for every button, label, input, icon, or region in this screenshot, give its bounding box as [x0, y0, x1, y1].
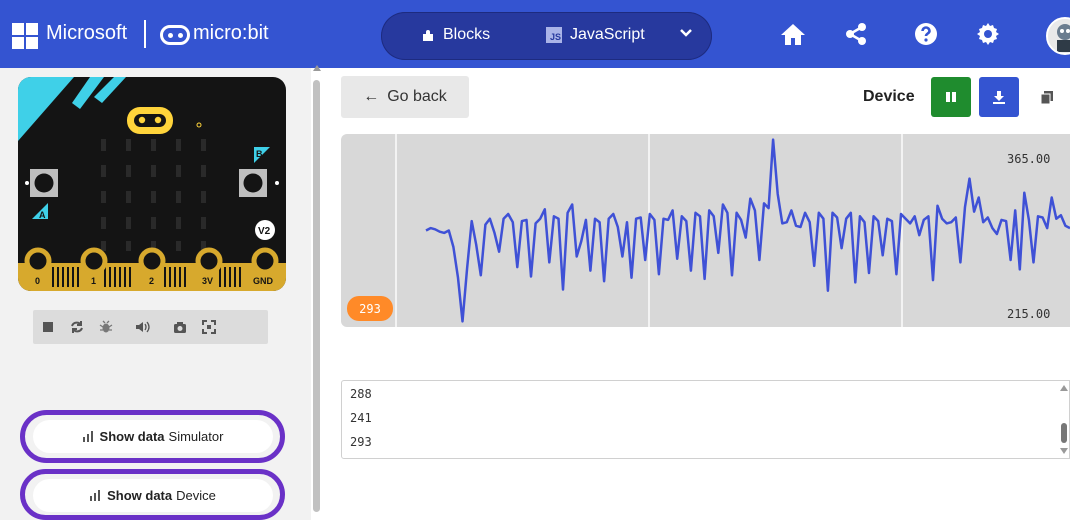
bar-chart-icon [90, 490, 101, 501]
tab-javascript[interactable]: JS JavaScript [546, 26, 645, 44]
pin-0-label: 0 [35, 276, 40, 286]
gear-icon[interactable] [974, 20, 1002, 48]
show-data-label: Show data [99, 429, 165, 444]
chart-min-label: 215.00 [1007, 307, 1051, 321]
go-back-label: Go back [387, 88, 447, 105]
serial-chart [341, 134, 1070, 327]
show-data-label: Show data [107, 488, 173, 503]
v2-badge: V2 [258, 226, 271, 237]
show-data-device-button[interactable]: Show data Device [33, 479, 273, 512]
scroll-up-icon[interactable] [312, 64, 322, 72]
pin-1-label: 1 [91, 276, 96, 286]
copy-icon [1040, 91, 1053, 104]
pin-2-label: 2 [149, 276, 154, 286]
sound-icon[interactable] [128, 310, 157, 344]
pin-gnd-label: GND [253, 276, 274, 286]
restart-icon[interactable] [62, 310, 91, 344]
button-a-label: A [39, 210, 46, 220]
screenshot-icon[interactable] [165, 310, 194, 344]
download-icon [993, 91, 1005, 104]
console-line: 241 [350, 411, 372, 425]
microbit-logo-icon [160, 25, 190, 45]
pause-button[interactable] [931, 77, 971, 117]
share-icon[interactable] [842, 20, 870, 48]
chart-series-line [425, 138, 1070, 323]
brand-microsoft[interactable]: Microsoft [46, 22, 127, 45]
download-button[interactable] [979, 77, 1019, 117]
console-line: 293 [350, 435, 372, 449]
console-line: 288 [350, 387, 372, 401]
tab-javascript-label: JavaScript [570, 26, 645, 43]
stop-icon[interactable] [33, 310, 62, 344]
help-icon[interactable] [912, 20, 940, 48]
copy-button[interactable] [1027, 77, 1067, 117]
console-scrollbar[interactable] [1058, 380, 1070, 459]
javascript-icon: JS [546, 27, 562, 43]
chart-max-label: 365.00 [1007, 152, 1051, 166]
current-value-badge: 293 [347, 296, 393, 321]
serial-console[interactable]: 288 241 293 [341, 380, 1070, 459]
brand-divider [144, 20, 146, 48]
tab-blocks[interactable]: Blocks [421, 26, 490, 44]
show-data-simulator-button[interactable]: Show data Simulator [33, 420, 273, 453]
show-data-source: Device [176, 488, 216, 503]
go-back-button[interactable]: ← Go back [341, 76, 469, 118]
scrollbar-thumb[interactable] [313, 80, 320, 512]
microsoft-logo-icon [12, 23, 38, 49]
simulator-toolbar [33, 310, 268, 344]
microbit-board[interactable]: A B V2 0 1 2 3V GND [18, 77, 286, 291]
home-icon[interactable] [779, 20, 807, 48]
chevron-down-icon[interactable] [679, 26, 693, 45]
tab-blocks-label: Blocks [443, 26, 491, 43]
fullscreen-icon[interactable] [194, 310, 223, 344]
show-data-source: Simulator [168, 429, 224, 444]
puzzle-icon [423, 30, 433, 41]
arrow-left-icon: ← [363, 88, 380, 105]
pin-3v-label: 3V [202, 276, 213, 286]
pause-icon [946, 92, 956, 102]
debug-icon[interactable] [91, 310, 120, 344]
bar-chart-icon [82, 431, 93, 442]
serial-source-label: Device [863, 88, 915, 105]
brand-microbit[interactable]: micro:bit [193, 22, 269, 45]
button-b-label: B [256, 149, 263, 159]
